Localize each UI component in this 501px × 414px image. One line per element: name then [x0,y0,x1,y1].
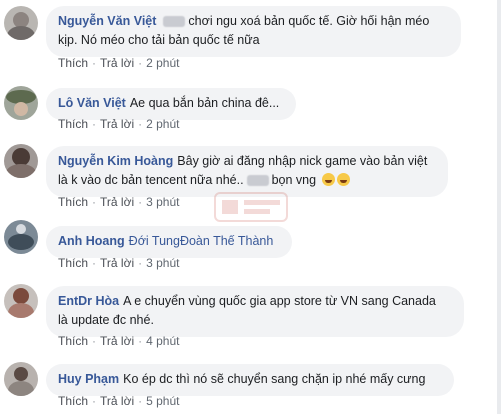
reply-link[interactable]: Trả lời [100,394,134,408]
like-link[interactable]: Thích [58,394,88,408]
comment-bubble: Nguyễn Văn Việt chơi ngu xoá bản quốc tế.… [46,6,461,57]
timestamp[interactable]: 2 phút [146,56,179,70]
reply-link[interactable]: Trả lời [100,334,134,348]
avatar[interactable] [4,220,38,254]
comment-bubble: Huy Phạm Ko ép dc thì nó sẽ chuyển sang c… [46,364,454,396]
comment-text: Ko ép dc thì nó sẽ chuyển sang chặn ip n… [123,372,426,386]
avatar[interactable] [4,6,38,40]
mention-link[interactable]: Đới TungĐoàn Thế Thành [129,234,274,248]
comment-text: Bây giờ ai đăng nhập nick game vào bản v… [177,154,428,168]
timestamp[interactable]: 2 phút [146,117,179,131]
timestamp[interactable]: 3 phút [146,195,179,209]
commenter-name[interactable]: Anh Hoang [58,234,125,248]
watermark-logo [214,192,288,222]
commenter-name[interactable]: Nguyễn Kim Hoàng [58,154,173,168]
comment-text: kịp. Nó méo cho tải bản quốc tế nữa [58,33,260,47]
commenter-name[interactable]: EntDr Hòa [58,294,119,308]
like-link[interactable]: Thích [58,256,88,270]
comment-text: là update đc nhé. [58,313,154,327]
avatar[interactable] [4,86,38,120]
timestamp[interactable]: 5 phút [146,394,179,408]
comment-actions: Thích · Trả lời · 4 phút [58,334,180,348]
commenter-name[interactable]: Huy Phạm [58,372,119,386]
comment-bubble: EntDr Hòa A e chuyển vùng quốc gia app st… [46,286,464,337]
avatar[interactable] [4,144,38,178]
comment-text: bọn vng [271,173,317,187]
timestamp[interactable]: 3 phút [146,256,179,270]
comment-bubble: Anh Hoang Đới TungĐoàn Thế Thành [46,226,292,258]
blurred-text [246,175,269,187]
avatar[interactable] [4,362,38,396]
comment-bubble: Lô Văn Việt Ae qua bắn bản china đê... [46,88,296,120]
comment-bubble: Nguyễn Kim Hoàng Bây giờ ai đăng nhập nic… [46,146,448,197]
reply-link[interactable]: Trả lời [100,56,134,70]
comment-actions: Thích · Trả lời · 3 phút [58,195,180,209]
comment-actions: Thích · Trả lời · 3 phút [58,256,180,270]
like-link[interactable]: Thích [58,56,88,70]
comment-text: là k vào dc bản tencent nữa nhé.. [58,173,244,187]
like-link[interactable]: Thích [58,195,88,209]
timestamp[interactable]: 4 phút [146,334,179,348]
laughing-emoji-icon [321,173,335,186]
laughing-emoji-icon [336,173,350,186]
commenter-name[interactable]: Nguyễn Văn Việt [58,14,156,28]
commenter-name[interactable]: Lô Văn Việt [58,96,126,110]
comment-actions: Thích · Trả lời · 5 phút [58,394,180,408]
comment-text: A e chuyển vùng quốc gia app store từ VN… [123,294,436,308]
comment-text: Ae qua bắn bản china đê... [129,96,280,110]
comment-actions: Thích · Trả lời · 2 phút [58,56,180,70]
like-link[interactable]: Thích [58,334,88,348]
like-link[interactable]: Thích [58,117,88,131]
reply-link[interactable]: Trả lời [100,195,134,209]
comment-actions: Thích · Trả lời · 2 phút [58,117,180,131]
avatar[interactable] [4,284,38,318]
reply-link[interactable]: Trả lời [100,256,134,270]
reply-link[interactable]: Trả lời [100,117,134,131]
comment-text: chơi ngu xoá bản quốc tế. Giờ hối hận mé… [188,14,430,28]
scrollbar[interactable] [497,0,501,414]
blurred-text [163,16,186,28]
